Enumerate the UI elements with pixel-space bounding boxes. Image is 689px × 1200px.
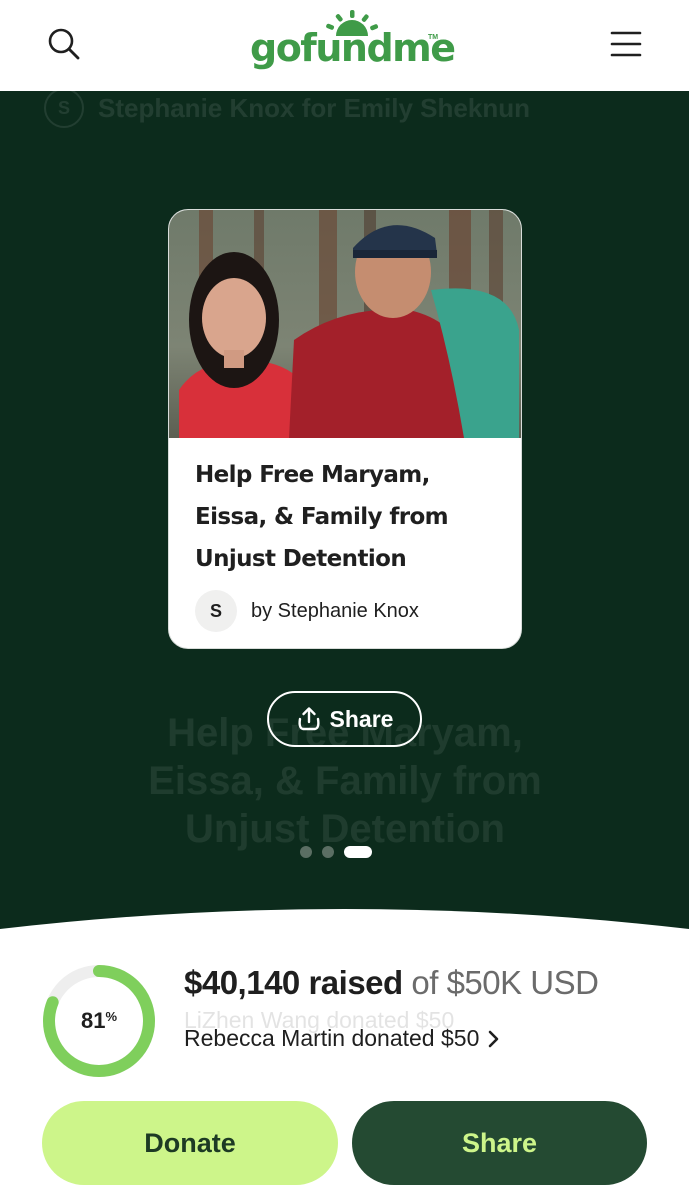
campaign-card-title: Help Free Maryam, Eissa, & Family from U…: [195, 462, 449, 572]
progress-percent-symbol: %: [105, 1008, 118, 1024]
carousel-dot[interactable]: [322, 846, 334, 858]
goal-amount: of $50K USD: [411, 964, 599, 1001]
sheet-curved-edge: [0, 909, 689, 955]
hamburger-menu-icon: [610, 31, 642, 57]
carousel-dot-active[interactable]: [344, 846, 372, 858]
chevron-right-icon: [489, 1030, 499, 1047]
campaign-organizer-row: S by Stephanie Knox: [195, 590, 419, 632]
hero-share-label: Share: [329, 705, 394, 732]
top-header: gofundme TM: [0, 0, 689, 91]
share-hero-panel: S Stephanie Knox for Emily Sheknun Help …: [0, 91, 689, 951]
menu-button[interactable]: [602, 20, 650, 68]
recent-donation-text: Rebecca Martin donated $50: [184, 1025, 480, 1051]
raised-summary: $40,140 raised of $50K USD: [184, 964, 599, 1002]
logo-trademark: TM: [428, 34, 439, 41]
carousel-dots: [300, 846, 372, 858]
search-icon: [48, 28, 80, 60]
donate-button[interactable]: Donate: [42, 1101, 338, 1185]
search-button[interactable]: [40, 20, 88, 68]
upload-share-icon: [297, 707, 320, 731]
organizer-avatar: S: [195, 590, 237, 632]
gofundme-logo[interactable]: gofundme TM: [250, 10, 456, 80]
campaign-photo: [169, 210, 521, 438]
progress-percent: 81%: [42, 964, 156, 1078]
progress-percent-value: 81: [80, 1008, 106, 1033]
logo-wordmark: gofundme: [250, 26, 456, 70]
campaign-card[interactable]: Help Free Maryam, Eissa, & Family from U…: [168, 209, 522, 649]
recent-donation-link[interactable]: Rebecca Martin donated $50: [184, 1025, 501, 1052]
faded-organizer-row: S Stephanie Knox for Emily Sheknun: [44, 91, 530, 128]
share-button[interactable]: Share: [352, 1101, 647, 1185]
raised-amount: $40,140: [184, 964, 300, 1001]
hero-share-button[interactable]: Share: [267, 691, 422, 747]
faded-organizer-avatar: S: [44, 91, 84, 128]
raised-word: raised: [308, 964, 403, 1001]
carousel-dot[interactable]: [300, 846, 312, 858]
faded-organizer-name: Stephanie Knox for Emily Sheknun: [98, 92, 530, 123]
organizer-name: by Stephanie Knox: [251, 599, 419, 622]
